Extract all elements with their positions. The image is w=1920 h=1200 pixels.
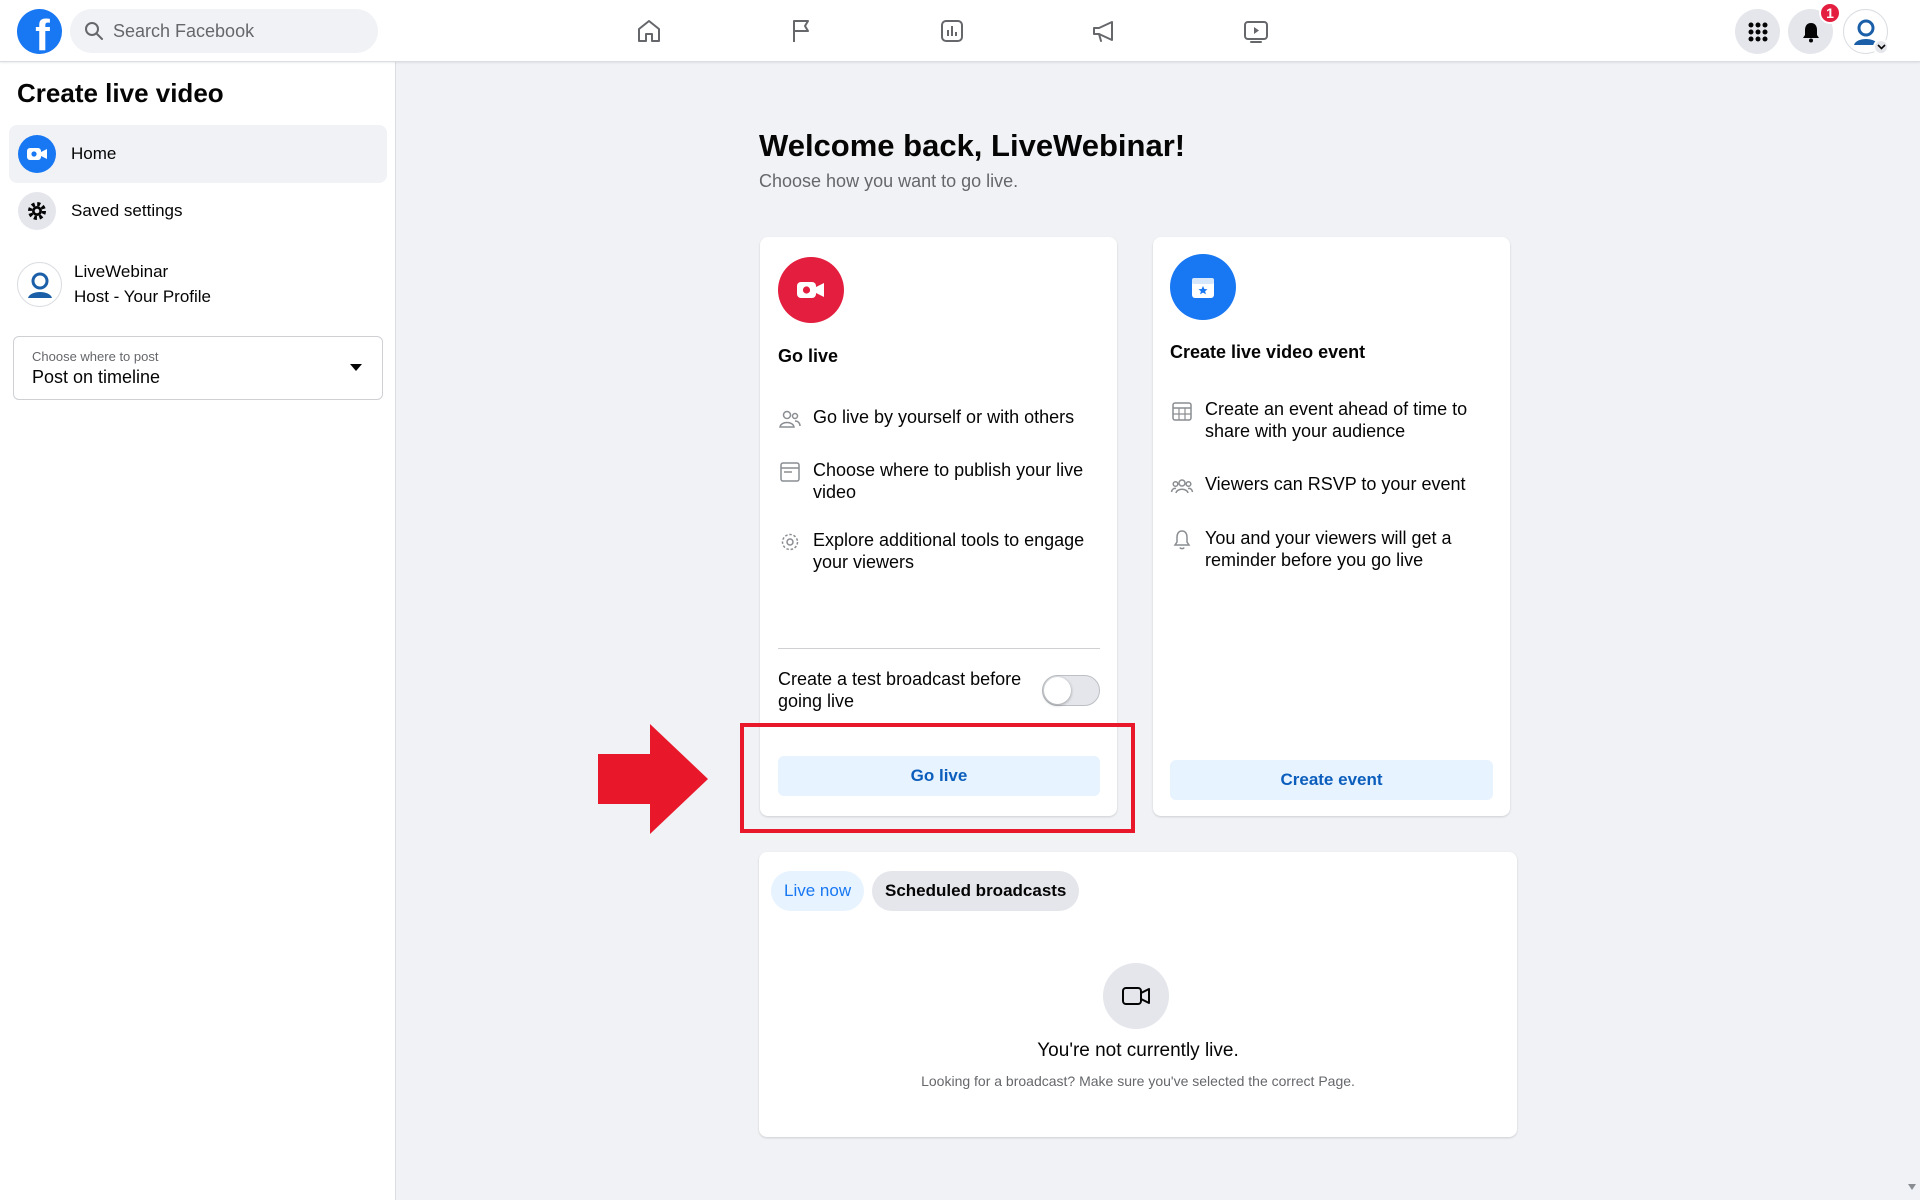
sidebar-title: Create live video — [17, 78, 224, 108]
settings-gear-icon — [781, 533, 799, 551]
divider — [778, 648, 1100, 649]
feature-text: Choose where to publish your live video — [813, 460, 1084, 502]
sidebar-item-label: Saved settings — [71, 201, 183, 220]
empty-state-subtitle: Looking for a broadcast? Make sure you'v… — [921, 1073, 1355, 1089]
host-profile: LiveWebinar Host - Your Profile — [17, 262, 211, 307]
feature-text: Go live by yourself or with others — [813, 407, 1075, 427]
grid-icon — [1748, 22, 1767, 41]
account-avatar-button[interactable] — [1843, 9, 1889, 55]
toggle-knob — [1044, 677, 1071, 704]
red-arrow-icon — [598, 724, 708, 834]
live-camera-icon — [778, 257, 844, 323]
facebook-logo[interactable]: f — [17, 9, 62, 54]
caret-down-icon — [350, 364, 362, 371]
tab-scheduled-broadcasts[interactable]: Scheduled broadcasts — [872, 871, 1080, 911]
go-live-title: Go live — [778, 346, 839, 366]
select-label: Choose where to post — [32, 349, 159, 364]
people-icon — [779, 410, 801, 428]
feature-item: Choose where to publish your live video — [778, 459, 1108, 503]
live-video-icon — [18, 135, 56, 173]
feature-text: You and your viewers will get a reminder… — [1205, 528, 1452, 570]
video-icon[interactable] — [1239, 14, 1273, 48]
profile-role: Host - Your Profile — [74, 287, 212, 306]
video-camera-icon — [1103, 963, 1169, 1029]
page-subtitle: Choose how you want to go live. — [759, 171, 1019, 191]
test-broadcast-label: Create a test broadcast before going liv… — [778, 669, 1022, 711]
browser-window-icon — [780, 462, 800, 482]
sidebar-item-saved-settings[interactable]: Saved settings — [9, 182, 387, 240]
feature-text: Viewers can RSVP to your event — [1205, 474, 1466, 494]
post-destination-select[interactable]: Choose where to post Post on timeline — [13, 336, 383, 400]
search-bar[interactable] — [70, 9, 378, 53]
insights-icon[interactable] — [935, 14, 969, 48]
feature-text: Explore additional tools to engage your … — [813, 530, 1085, 572]
feature-item: Create an event ahead of time to share w… — [1170, 398, 1500, 442]
profile-name: LiveWebinar — [74, 262, 169, 281]
group-icon — [1170, 479, 1194, 494]
empty-state-title: You're not currently live. — [1037, 1040, 1239, 1061]
search-input[interactable] — [113, 20, 353, 42]
flag-icon[interactable] — [784, 14, 818, 48]
highlight-frame — [740, 723, 1135, 833]
chevron-down-icon — [1873, 39, 1889, 55]
feature-item: You and your viewers will get a reminder… — [1170, 527, 1500, 571]
bell-outline-icon — [1173, 530, 1191, 550]
notifications-button[interactable]: 1 — [1788, 2, 1841, 54]
search-icon — [85, 22, 103, 40]
top-navigation-bar: f 1 — [0, 0, 1920, 62]
scroll-down-icon[interactable] — [1908, 1184, 1916, 1190]
home-icon[interactable] — [632, 14, 666, 48]
avatar — [17, 262, 62, 307]
megaphone-icon[interactable] — [1087, 14, 1121, 48]
menu-grid-button[interactable] — [1735, 9, 1780, 54]
feature-text: Create an event ahead of time to share w… — [1205, 399, 1468, 441]
bell-icon — [1802, 22, 1819, 42]
create-event-title: Create live video event — [1170, 342, 1366, 362]
page-title: Welcome back, LiveWebinar! — [759, 128, 1186, 163]
select-value: Post on timeline — [32, 367, 161, 387]
create-event-button[interactable]: Create event — [1170, 760, 1493, 800]
sidebar: Create live video Home Saved settings Li… — [0, 62, 396, 1200]
notification-badge: 1 — [1819, 2, 1841, 24]
tab-live-now[interactable]: Live now — [771, 871, 865, 911]
gear-icon — [18, 192, 56, 230]
calendar-star-icon — [1170, 254, 1236, 320]
sidebar-item-label: Home — [71, 144, 117, 163]
feature-item: Explore additional tools to engage your … — [778, 529, 1108, 573]
test-broadcast-toggle[interactable] — [1042, 675, 1100, 706]
feature-item: Viewers can RSVP to your event — [1170, 473, 1500, 498]
feature-item: Go live by yourself or with others — [778, 406, 1108, 431]
sidebar-item-home[interactable]: Home — [9, 125, 387, 183]
create-event-card: Create live video event Create an event … — [1153, 237, 1510, 816]
calendar-icon — [1172, 402, 1192, 421]
